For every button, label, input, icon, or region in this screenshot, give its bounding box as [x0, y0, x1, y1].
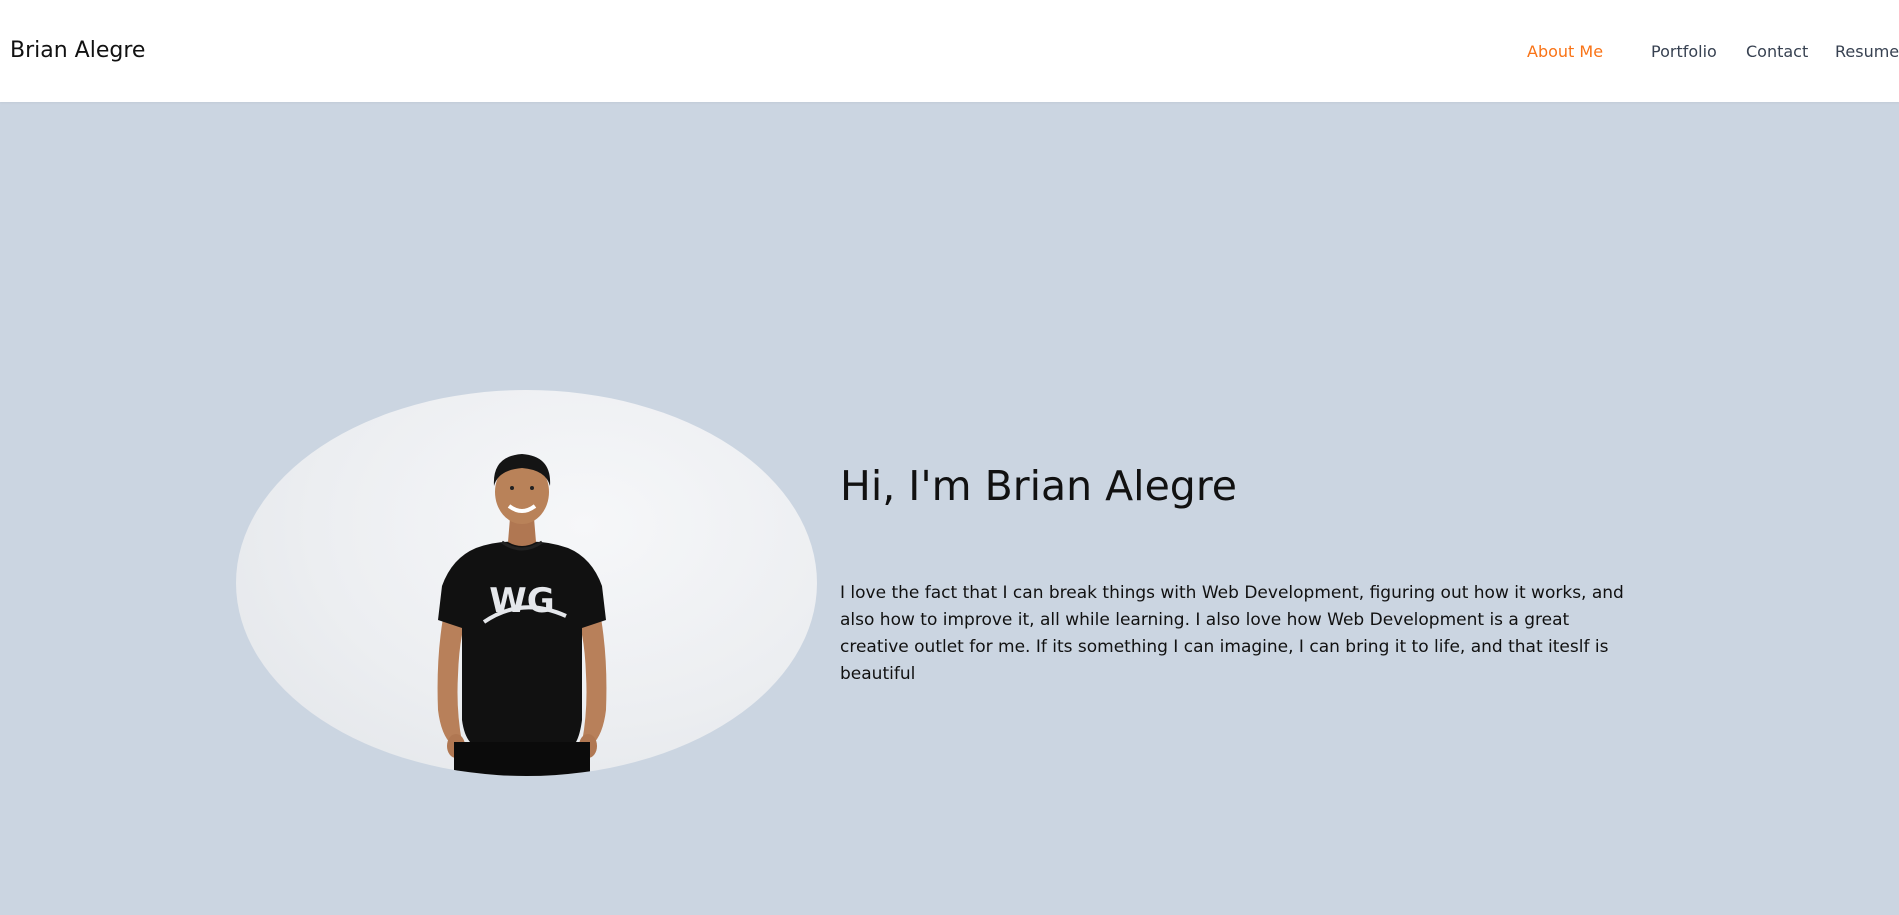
nav-link-resume[interactable]: Resume: [1835, 41, 1899, 63]
profile-photo: WG: [236, 390, 817, 776]
site-header: Brian Alegre About Me Portfolio Contact …: [0, 0, 1899, 102]
person-illustration: WG: [437, 454, 607, 776]
nav-link-contact[interactable]: Contact: [1746, 41, 1808, 63]
nav-link-portfolio[interactable]: Portfolio: [1651, 41, 1717, 63]
main-nav: About Me Portfolio Contact Resume: [0, 41, 1899, 63]
hero-title: Hi, I'm Brian Alegre: [840, 462, 1238, 510]
nav-link-about-me[interactable]: About Me: [1527, 41, 1603, 63]
hero-description: I love the fact that I can break things …: [840, 583, 1624, 684]
